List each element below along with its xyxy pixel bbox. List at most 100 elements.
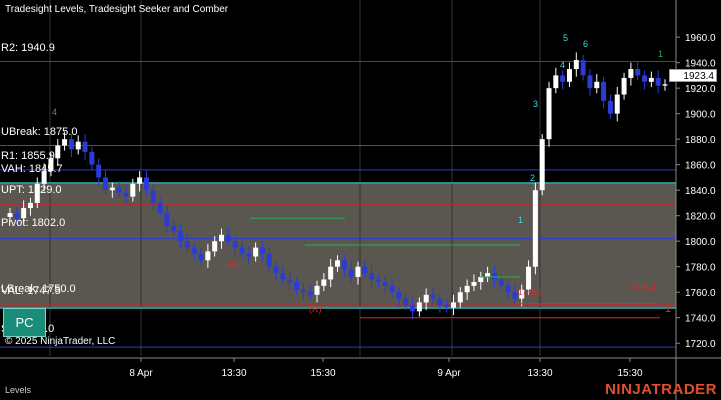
candle-body bbox=[75, 141, 81, 150]
seq-marker: 2 bbox=[530, 173, 535, 183]
candle-body bbox=[82, 141, 88, 152]
seq-marker: 6 bbox=[583, 39, 588, 49]
candle-body bbox=[205, 251, 211, 261]
candle-body bbox=[375, 279, 381, 283]
candle-body bbox=[450, 302, 456, 308]
candle-body bbox=[266, 253, 272, 267]
candle-body bbox=[444, 304, 450, 308]
candle-body bbox=[635, 69, 641, 76]
candle-body bbox=[328, 266, 334, 280]
candle-body bbox=[123, 192, 129, 197]
y-tick-label: 1740.0 bbox=[685, 314, 716, 325]
y-tick-label: 1720.0 bbox=[685, 339, 716, 350]
candle-body bbox=[280, 273, 286, 280]
level-label-upt: UPT: 1829.0 bbox=[1, 184, 62, 196]
r-mark-label: (R) bbox=[309, 304, 322, 314]
y-tick-label: 1760.0 bbox=[685, 288, 716, 299]
candle-body bbox=[607, 100, 613, 114]
candle-body bbox=[157, 202, 163, 214]
candle-body bbox=[491, 273, 497, 280]
level-label-val: VAL: 1747.5 bbox=[1, 285, 61, 297]
candle-body bbox=[212, 241, 218, 252]
candle-body bbox=[273, 266, 279, 274]
candle-body bbox=[239, 247, 245, 254]
candle-body bbox=[642, 75, 648, 82]
candle-body bbox=[621, 77, 627, 95]
candle-body bbox=[335, 260, 340, 267]
candle-body bbox=[464, 285, 470, 293]
candle-body bbox=[594, 81, 600, 89]
candle-body bbox=[485, 273, 491, 277]
candle-body bbox=[546, 88, 552, 140]
candle-body bbox=[498, 279, 504, 286]
candle-body bbox=[300, 289, 306, 293]
candle-body bbox=[648, 77, 654, 82]
seq-marker: 4 bbox=[560, 60, 565, 70]
candle-body bbox=[396, 292, 402, 299]
x-tick-label: 15:30 bbox=[310, 368, 335, 379]
y-tick-label: 1800.0 bbox=[685, 237, 716, 248]
level-label-ubreak: UBreak: 1875.0 bbox=[1, 126, 78, 138]
candle-body bbox=[416, 302, 422, 312]
chart-window: (R) (R) 1 1749.3 1761.1 1 2 3 4 5 6 1 4 1720.0 1740.0 1… bbox=[0, 0, 721, 400]
r-mark-label: (R) bbox=[226, 260, 239, 270]
candle-body bbox=[580, 60, 586, 76]
one-mark-label: 1 bbox=[665, 303, 671, 315]
seq-marker: 1 bbox=[518, 215, 523, 225]
candle-body bbox=[307, 292, 313, 295]
seq-marker: 5 bbox=[563, 33, 568, 43]
candle-body bbox=[478, 276, 484, 283]
candle-body bbox=[410, 304, 416, 312]
candle-body bbox=[655, 77, 661, 86]
red-value-label: 1749.3 bbox=[518, 288, 543, 297]
candle-body bbox=[27, 202, 33, 209]
candle-body bbox=[389, 285, 395, 293]
candle-body bbox=[403, 298, 409, 305]
candle-body bbox=[109, 187, 115, 191]
y-tick-label: 1900.0 bbox=[685, 110, 716, 121]
candle-body bbox=[512, 292, 518, 299]
candle-body bbox=[662, 84, 668, 86]
candle-body bbox=[628, 69, 634, 78]
candle-body bbox=[348, 269, 354, 277]
candle-body bbox=[219, 234, 225, 242]
candle-body bbox=[253, 247, 259, 257]
x-tick-label: 13:30 bbox=[221, 368, 246, 379]
candle-body bbox=[532, 190, 538, 267]
y-tick-label: 1820.0 bbox=[685, 212, 716, 223]
candle-body bbox=[171, 225, 177, 232]
chart-title: Tradesight Levels, Tradesight Seeker and… bbox=[5, 4, 229, 15]
seq-marker: 1 bbox=[658, 49, 663, 59]
candle-body bbox=[601, 81, 607, 101]
candle-body bbox=[382, 282, 388, 286]
seq-marker: 4 bbox=[52, 107, 57, 117]
candle-body bbox=[573, 60, 579, 70]
candle-body bbox=[232, 241, 238, 248]
y-tick-label: 1960.0 bbox=[685, 33, 716, 44]
candle-body bbox=[471, 282, 477, 286]
candle-body bbox=[143, 177, 149, 191]
candle-body bbox=[526, 266, 532, 290]
candle-body bbox=[96, 164, 102, 178]
candle-body bbox=[423, 294, 429, 303]
candle-body bbox=[341, 260, 347, 270]
candle-body bbox=[566, 69, 572, 82]
candle-body bbox=[246, 253, 252, 257]
y-tick-label: 1920.0 bbox=[685, 84, 716, 95]
candle-body bbox=[560, 75, 566, 82]
levels-tab[interactable]: Levels bbox=[5, 385, 31, 395]
candle-body bbox=[130, 183, 136, 197]
candle-body bbox=[68, 139, 74, 150]
candle-body bbox=[362, 266, 368, 274]
candle-body bbox=[178, 231, 184, 242]
copyright-text: © 2025 NinjaTrader, LLC bbox=[5, 336, 116, 347]
candle-body bbox=[369, 273, 375, 280]
candle-body bbox=[103, 177, 109, 191]
x-tick-label: 13:30 bbox=[527, 368, 552, 379]
value-area-band bbox=[0, 182, 676, 309]
pc-button[interactable]: PC bbox=[3, 308, 46, 337]
level-label-r2: R2: 1940.9 bbox=[1, 42, 55, 54]
y-tick-label: 1780.0 bbox=[685, 263, 716, 274]
candle-body bbox=[259, 247, 265, 254]
candle-body bbox=[321, 279, 327, 286]
